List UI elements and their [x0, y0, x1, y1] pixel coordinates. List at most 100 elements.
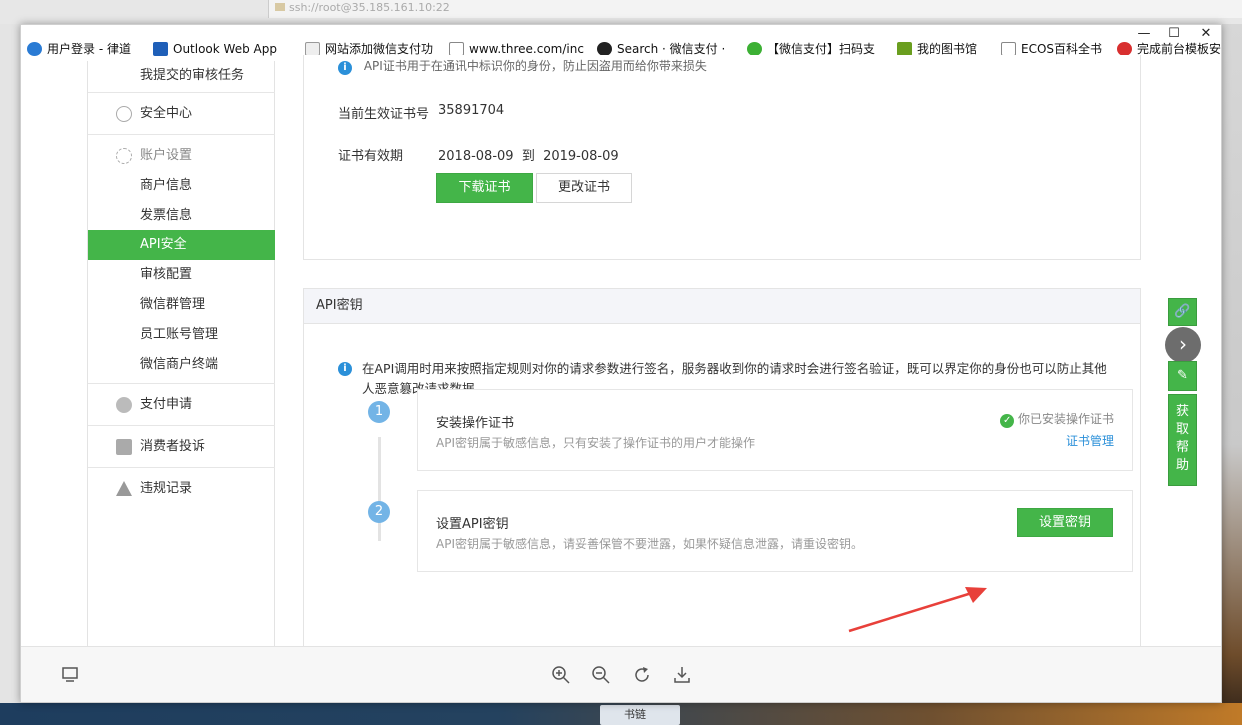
- red-circle-icon: [1117, 42, 1132, 56]
- cert-installed-text: 你已安装操作证书: [1017, 412, 1114, 426]
- sidebar-item-invoice-info[interactable]: 发票信息: [88, 201, 275, 231]
- sidebar-item-label: 违规记录: [140, 481, 193, 496]
- sidebar-item-wechat-groups[interactable]: 微信群管理: [88, 290, 275, 320]
- download-cert-button[interactable]: 下载证书: [436, 173, 533, 203]
- sidebar-item-label: 审核配置: [140, 267, 193, 282]
- sidebar-item-label: 微信商户终端: [140, 357, 219, 372]
- zoom-out-icon[interactable]: [590, 665, 612, 687]
- step-title: 安装操作证书: [436, 416, 515, 431]
- taskbar: 书链: [0, 703, 1242, 725]
- sidebar-item-staff-accounts[interactable]: 员工账号管理: [88, 320, 275, 350]
- set-api-key-button[interactable]: 设置密钥: [1017, 508, 1113, 537]
- sidebar-item-merchant-info[interactable]: 商户信息: [88, 171, 275, 201]
- page-icon: [1001, 42, 1016, 56]
- api-key-panel: API密钥 i 在API调用时用来按照指定规则对你的请求参数进行签名，服务器收到…: [303, 288, 1141, 658]
- feedback-button[interactable]: ✎: [1168, 361, 1197, 391]
- step-set-api-key: 设置API密钥 API密钥属于敏感信息，请妥善保管不要泄露，如果怀疑信息泄露，请…: [417, 490, 1133, 572]
- sidebar-item-label: 员工账号管理: [140, 327, 219, 342]
- step-desc: API密钥属于敏感信息，请妥善保管不要泄露，如果怀疑信息泄露，请重设密钥。: [436, 537, 863, 551]
- sidebar-item-security[interactable]: 安全中心: [88, 92, 275, 134]
- bookmark-label: 【微信支付】扫码支: [767, 42, 876, 56]
- bookmark-item[interactable]: Outlook Web App: [151, 41, 277, 61]
- step-number: 1: [368, 401, 390, 423]
- next-image-button[interactable]: ›: [1165, 327, 1201, 363]
- step-desc: API密钥属于敏感信息，只有安装了操作证书的用户才能操作: [436, 436, 755, 450]
- bookmark-item[interactable]: 用户登录 - 律道: [25, 41, 131, 61]
- sidebar-item-my-tasks[interactable]: 我提交的审核任务: [88, 61, 275, 91]
- sidebar-item-violations[interactable]: 违规记录: [88, 467, 275, 509]
- annotation-arrow: [848, 587, 987, 633]
- rotate-icon[interactable]: [631, 665, 653, 687]
- gear-icon: [116, 148, 132, 164]
- info-icon: i: [338, 61, 352, 75]
- bookmark-label: 完成前台模板安: [1137, 42, 1222, 56]
- bookmark-label: Outlook Web App: [173, 42, 277, 56]
- sidebar-group-account-settings[interactable]: 账户设置: [88, 134, 275, 176]
- download-icon[interactable]: [671, 665, 693, 687]
- cert-manage-link[interactable]: 证书管理: [1066, 432, 1114, 449]
- bookmark-label: 用户登录 - 律道: [47, 42, 131, 56]
- library-icon: [897, 42, 912, 56]
- taskbar-item-label: 书链: [624, 708, 646, 721]
- page-icon: [305, 42, 320, 56]
- sidebar-item-payment-apply[interactable]: 支付申请: [88, 383, 275, 425]
- change-cert-button[interactable]: 更改证书: [536, 173, 632, 203]
- sidebar-item-api-security[interactable]: API安全: [88, 230, 275, 260]
- step-connector: [378, 437, 381, 541]
- check-circle-icon: ✓: [1000, 414, 1015, 428]
- bookmark-label: ECOS百科全书: [1021, 42, 1103, 56]
- shield-icon: [116, 106, 132, 122]
- step-number: 2: [368, 501, 390, 523]
- bookmark-label: www.three.com/inc: [469, 42, 584, 56]
- bookmark-label: 网站添加微信支付功: [325, 42, 434, 56]
- warning-icon: [116, 481, 132, 496]
- api-cert-panel: i API证书用于在通讯中标识你的身份，防止因盗用而给你带来损失 当前生效证书号…: [303, 55, 1141, 260]
- sidebar-item-merchant-terminal[interactable]: 微信商户终端: [88, 350, 275, 380]
- cert-notice: i API证书用于在通讯中标识你的身份，防止因盗用而给你带来损失: [338, 57, 707, 75]
- bookmark-icon: [27, 42, 42, 56]
- viewer-toolbar: [21, 646, 1221, 702]
- github-icon: [597, 42, 612, 56]
- step-title: 设置API密钥: [436, 517, 509, 532]
- sidebar-item-label: API安全: [140, 237, 187, 252]
- sidebar-item-label: 安全中心: [140, 106, 193, 121]
- edit-icon: ✎: [1177, 368, 1188, 383]
- sidebar-item-label: 支付申请: [140, 397, 193, 412]
- desktop-background-left: [0, 24, 20, 725]
- cert-serial-label: 当前生效证书号: [338, 107, 430, 122]
- share-link-button[interactable]: 🔗: [1168, 298, 1197, 326]
- sidebar-item-label: 消费者投诉: [140, 439, 206, 454]
- monitor-icon[interactable]: [59, 665, 81, 687]
- desktop-background-right: [1222, 24, 1242, 725]
- zoom-in-icon[interactable]: [550, 665, 572, 687]
- bookmark-label: 我的图书馆: [917, 42, 978, 56]
- chevron-right-icon: ›: [1179, 332, 1187, 356]
- sidebar-item-label: 微信群管理: [140, 297, 206, 312]
- sidebar-item-label: 发票信息: [140, 208, 193, 223]
- page-icon: [449, 42, 464, 56]
- card-icon: [116, 397, 132, 413]
- sidebar-item-label: 商户信息: [140, 178, 193, 193]
- outlook-icon: [153, 42, 168, 56]
- sidebar-item-label: 账户设置: [140, 148, 193, 163]
- sidebar-item-label: 我提交的审核任务: [140, 68, 245, 83]
- wechat-icon: [747, 42, 762, 56]
- link-icon: 🔗: [1174, 304, 1191, 319]
- sidebar: 我提交的审核任务 安全中心 账户设置 商户信息 发票信息 API安全 审核配置 …: [87, 61, 275, 646]
- ssh-title-text: ssh://root@35.185.161.10:22: [289, 1, 450, 14]
- cert-serial-value: 35891704: [438, 103, 505, 118]
- bookmark-label: Search · 微信支付 ·: [617, 42, 726, 56]
- cert-notice-text: API证书用于在通讯中标识你的身份，防止因盗用而给你带来损失: [363, 59, 707, 73]
- taskbar-item[interactable]: 书链: [600, 705, 680, 725]
- main-content: i API证书用于在通讯中标识你的身份，防止因盗用而给你带来损失 当前生效证书号…: [275, 55, 1221, 658]
- sidebar-item-review-config[interactable]: 审核配置: [88, 260, 275, 290]
- cert-validity-value: 2018-08-09 到 2019-08-09: [438, 149, 619, 164]
- step-install-cert: 安装操作证书 API密钥属于敏感信息，只有安装了操作证书的用户才能操作 ✓ 你已…: [417, 389, 1133, 471]
- chat-icon: [116, 439, 132, 455]
- cert-installed-status: ✓ 你已安装操作证书: [1000, 410, 1114, 428]
- folder-icon: [275, 3, 285, 11]
- cert-validity-label: 证书有效期: [338, 149, 404, 164]
- info-icon: i: [338, 362, 352, 376]
- sidebar-item-complaints[interactable]: 消费者投诉: [88, 425, 275, 467]
- help-widget[interactable]: 获取帮助: [1168, 394, 1197, 486]
